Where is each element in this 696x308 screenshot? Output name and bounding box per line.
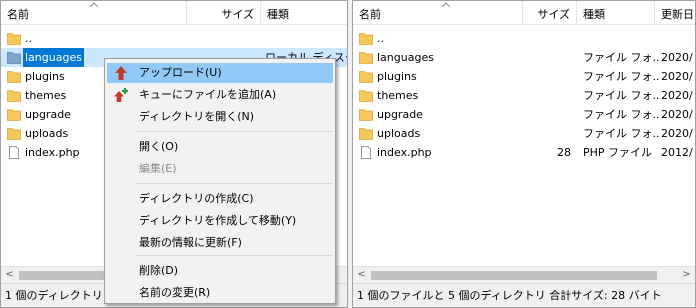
file-name: languages <box>23 48 84 67</box>
folder-icon <box>359 90 373 102</box>
file-name: uploads <box>25 127 69 140</box>
folder-row[interactable]: uploads ファイル フォ... 2020/ <box>353 124 695 143</box>
menu-item-label: キューにファイルを追加(A) <box>139 88 277 101</box>
file-type: ファイル フォ... <box>583 51 659 64</box>
remote-horizontal-scrollbar[interactable]: < > <box>353 266 695 283</box>
sort-ascending-icon <box>89 2 99 8</box>
upload-arrow-icon <box>115 66 127 80</box>
file-name: .. <box>25 32 32 45</box>
context-menu: アップロード(U) キューにファイルを追加(A) ディレクトリを開く(N) 開く(O)… <box>104 58 336 304</box>
file-modified: 2012/ <box>661 146 693 159</box>
folder-icon <box>359 52 373 64</box>
scroll-left-arrow[interactable]: < <box>353 267 370 284</box>
folder-icon <box>7 52 21 64</box>
menu-item-label: 削除(D) <box>139 264 179 277</box>
menu-item-label: 名前の変更(R) <box>139 286 211 299</box>
remote-file-list[interactable]: 名前 サイズ 種類 更新日 .. languages ファイル フォ... 2020/… <box>352 0 696 308</box>
remote-status-bar: 1 個のファイルと 5 個のディレクトリ 合計サイズ: 28 バイト <box>353 283 695 307</box>
file-name: plugins <box>377 70 417 83</box>
menu-separator <box>135 255 333 256</box>
file-name: index.php <box>377 146 432 159</box>
menu-open-directory[interactable]: ディレクトリを開く(N) <box>107 107 333 127</box>
file-type: ファイル フォ... <box>583 70 659 83</box>
remote-col-name[interactable]: 名前 <box>353 1 523 25</box>
folder-row[interactable]: languages ファイル フォ... 2020/ <box>353 48 695 67</box>
menu-add-to-queue[interactable]: キューにファイルを追加(A) <box>107 85 333 105</box>
folder-icon <box>7 71 21 83</box>
scrollbar-thumb[interactable] <box>19 271 115 280</box>
folder-icon <box>359 128 373 140</box>
menu-item-label: ディレクトリを作成して移動(Y) <box>139 214 297 227</box>
folder-row[interactable]: .. <box>1 29 347 48</box>
file-size: 28 <box>557 146 571 159</box>
menu-item-label: ディレクトリを開く(N) <box>139 110 255 123</box>
sort-ascending-icon <box>441 2 451 8</box>
file-icon <box>9 146 19 159</box>
menu-delete[interactable]: 削除(D) <box>107 261 333 281</box>
file-modified: 2020/ <box>661 89 693 102</box>
menu-open[interactable]: 開く(O) <box>107 137 333 157</box>
file-name: uploads <box>377 127 421 140</box>
file-type: ファイル フォ... <box>583 127 659 140</box>
file-type: ファイル フォ... <box>583 89 659 102</box>
file-icon <box>361 146 371 159</box>
remote-col-modified[interactable]: 更新日 <box>655 1 695 25</box>
folder-icon <box>7 128 21 140</box>
menu-edit: 編集(E) <box>107 159 333 179</box>
file-modified: 2020/ <box>661 70 693 83</box>
folder-icon <box>359 33 373 45</box>
menu-item-label: 開く(O) <box>139 140 179 153</box>
file-name: themes <box>377 89 419 102</box>
menu-item-label: 編集(E) <box>139 162 177 175</box>
file-modified: 2020/ <box>661 51 693 64</box>
folder-row[interactable]: upgrade ファイル フォ... 2020/ <box>353 105 695 124</box>
file-name: .. <box>377 32 384 45</box>
folder-icon <box>7 109 21 121</box>
file-name: index.php <box>25 146 80 159</box>
file-name: plugins <box>25 70 65 83</box>
remote-rows: .. languages ファイル フォ... 2020/plugins ファイル フォ… <box>353 29 695 162</box>
remote-column-header: 名前 サイズ 種類 更新日 <box>353 1 695 25</box>
menu-separator <box>135 183 333 184</box>
file-name: upgrade <box>377 108 423 121</box>
folder-icon <box>359 71 373 83</box>
file-modified: 2020/ <box>661 127 693 140</box>
local-column-header: 名前 サイズ 種類 <box>1 1 347 25</box>
file-type: ファイル フォ... <box>583 108 659 121</box>
file-row[interactable]: index.php 28 PHP ファイル 2012/ <box>353 143 695 162</box>
scroll-right-arrow[interactable]: > <box>678 267 695 284</box>
folder-icon <box>359 109 373 121</box>
add-to-queue-icon <box>114 88 128 102</box>
menu-create-directory[interactable]: ディレクトリの作成(C) <box>107 189 333 209</box>
menu-rename[interactable]: 名前の変更(R) <box>107 283 333 303</box>
folder-row[interactable]: themes ファイル フォ... 2020/ <box>353 86 695 105</box>
scrollbar-thumb[interactable] <box>371 271 657 280</box>
menu-create-directory-and-enter[interactable]: ディレクトリを作成して移動(Y) <box>107 211 333 231</box>
file-name: themes <box>25 89 67 102</box>
folder-row[interactable]: plugins ファイル フォ... 2020/ <box>353 67 695 86</box>
file-name: languages <box>377 51 434 64</box>
folder-icon <box>7 90 21 102</box>
remote-col-size[interactable]: サイズ <box>523 1 577 25</box>
menu-upload[interactable]: アップロード(U) <box>107 63 333 83</box>
folder-icon <box>7 33 21 45</box>
scroll-left-arrow[interactable]: < <box>1 267 18 284</box>
menu-separator <box>135 131 333 132</box>
file-modified: 2020/ <box>661 108 693 121</box>
file-type: PHP ファイル <box>583 146 653 159</box>
menu-refresh[interactable]: 最新の情報に更新(F) <box>107 233 333 253</box>
folder-row[interactable]: .. <box>353 29 695 48</box>
menu-item-label: ディレクトリの作成(C) <box>139 192 254 205</box>
menu-item-label: アップロード(U) <box>139 66 222 79</box>
local-col-size[interactable]: サイズ <box>187 1 261 25</box>
file-transfer-window: 名前 サイズ 種類 ..languagesローカル ディスクpluginsフth… <box>0 0 696 308</box>
menu-item-label: 最新の情報に更新(F) <box>139 236 242 249</box>
local-col-type[interactable]: 種類 <box>261 1 347 25</box>
remote-col-type[interactable]: 種類 <box>577 1 655 25</box>
file-name: upgrade <box>25 108 71 121</box>
